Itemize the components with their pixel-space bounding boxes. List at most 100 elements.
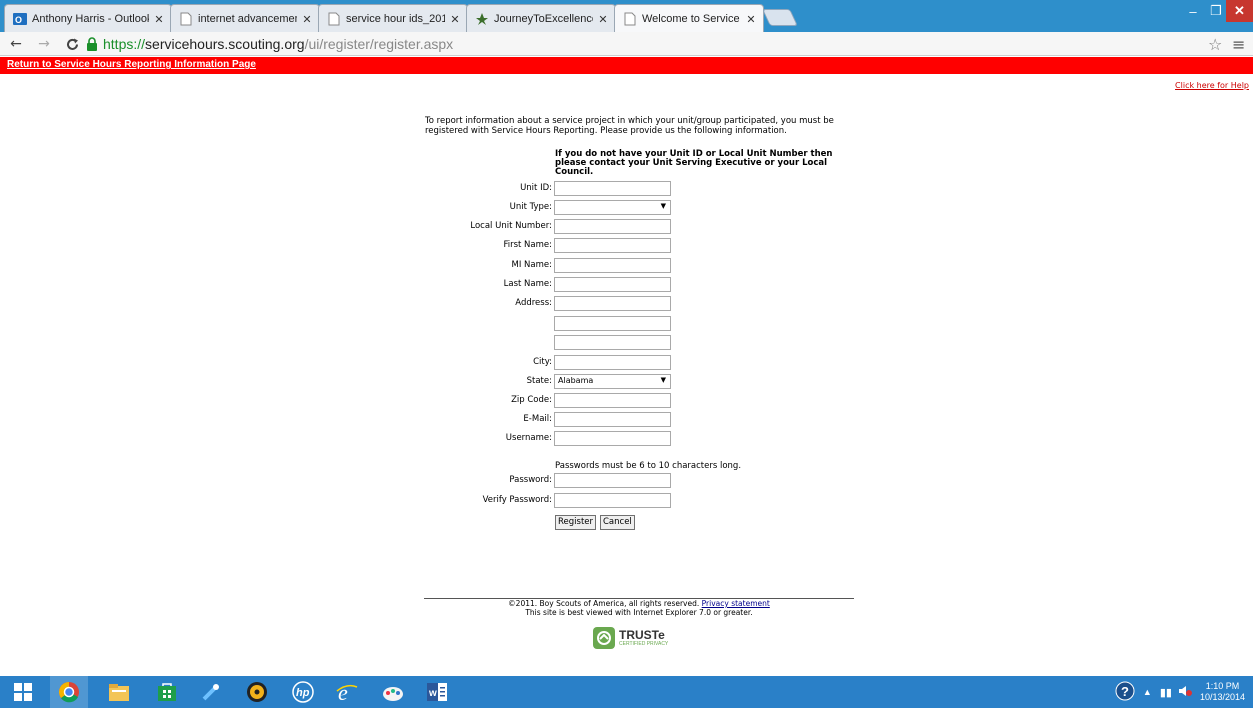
close-tab-icon[interactable]: ✕ [153, 13, 165, 26]
password-input[interactable] [554, 473, 671, 488]
word-taskbar-button[interactable]: w [418, 676, 456, 708]
reload-icon [66, 38, 78, 50]
back-button[interactable]: ← [6, 34, 26, 54]
page-icon [327, 12, 341, 26]
media-player-taskbar-button[interactable] [238, 676, 276, 708]
paint-icon [383, 687, 403, 701]
unit-id-label: Unit ID: [520, 183, 552, 193]
hp-taskbar-button[interactable]: hp [284, 676, 322, 708]
verify-password-input[interactable] [554, 493, 671, 508]
unit-id-row: Unit ID: [420, 181, 680, 196]
unit-id-input[interactable] [554, 181, 671, 196]
word-icon: w [427, 683, 447, 701]
browser-menu-icon[interactable]: ≡ [1232, 35, 1245, 54]
tab-title: service hour ids_20141013 [346, 13, 445, 25]
address-line3-input[interactable] [554, 335, 671, 350]
tab-title: Anthony Harris - Outlook [32, 13, 149, 25]
address-bar[interactable]: https://servicehours.scouting.org/ui/reg… [86, 35, 453, 53]
cancel-button[interactable]: Cancel [600, 515, 635, 530]
close-window-button[interactable]: ✕ [1226, 0, 1253, 22]
tab-service-hour-ids[interactable]: service hour ids_20141013 ✕ [318, 4, 468, 33]
help-link[interactable]: Click here for Help [1175, 81, 1249, 90]
address-line2-input[interactable] [554, 316, 671, 331]
tab-outlook[interactable]: O Anthony Harris - Outlook ✕ [4, 4, 172, 33]
mi-name-input[interactable] [554, 258, 671, 273]
internet-explorer-taskbar-button[interactable]: e [328, 676, 366, 708]
return-link[interactable]: Return to Service Hours Reporting Inform… [7, 59, 256, 70]
tool-taskbar-button[interactable] [192, 676, 230, 708]
username-input[interactable] [554, 431, 671, 446]
url-host: servicehours.scouting.org [145, 36, 305, 52]
last-name-label: Last Name: [503, 279, 552, 289]
truste-subtitle: CERTIFIED PRIVACY [619, 641, 669, 647]
tab-title: JourneyToExcellence [494, 13, 593, 25]
outlook-icon: O [13, 12, 27, 26]
new-tab-button[interactable] [762, 9, 798, 26]
close-tab-icon[interactable]: ✕ [745, 13, 757, 26]
zip-label: Zip Code: [511, 395, 552, 405]
chrome-taskbar-button[interactable] [50, 676, 88, 708]
start-button[interactable] [4, 676, 42, 708]
forward-button[interactable]: → [34, 34, 54, 54]
city-input[interactable] [554, 355, 671, 370]
mi-name-row: MI Name: [420, 258, 680, 273]
state-select[interactable]: Alabama ▼ [554, 374, 671, 389]
reload-button[interactable] [62, 34, 82, 54]
zip-input[interactable] [554, 393, 671, 408]
file-explorer-icon [109, 684, 129, 701]
windows-taskbar: hp e w ? ▲ ▮▮ 1:10 PM 10/13/2014 [0, 676, 1253, 708]
register-button[interactable]: Register [555, 515, 596, 530]
address-label: Address: [515, 298, 552, 308]
media-player-icon [247, 682, 267, 702]
lock-icon [86, 37, 98, 51]
tab-title: Welcome to Service Hours [642, 13, 741, 25]
unit-type-select[interactable]: ▼ [554, 200, 671, 215]
privacy-statement-link[interactable]: Privacy statement [702, 599, 770, 608]
verify-password-row: Verify Password: [420, 493, 680, 508]
svg-text:e: e [338, 681, 348, 703]
first-name-input[interactable] [554, 238, 671, 253]
paint-taskbar-button[interactable] [374, 676, 412, 708]
first-name-row: First Name: [420, 238, 680, 253]
local-unit-number-input[interactable] [554, 219, 671, 234]
tab-internet-advancement-ids[interactable]: internet advancement ids ✕ [170, 4, 320, 33]
bookmark-star-icon[interactable]: ☆ [1208, 35, 1222, 54]
clock-date: 10/13/2014 [1199, 692, 1245, 702]
username-label: Username: [505, 433, 552, 443]
network-icon[interactable]: ▮▮ [1160, 686, 1172, 699]
close-tab-icon[interactable]: ✕ [449, 13, 461, 26]
unit-id-warning: If you do not have your Unit ID or Local… [555, 149, 833, 177]
last-name-input[interactable] [554, 277, 671, 292]
local-unit-number-row: Local Unit Number: [420, 219, 680, 234]
mi-name-label: MI Name: [511, 260, 552, 270]
verify-password-label: Verify Password: [482, 495, 552, 505]
help-icon[interactable]: ? [1115, 681, 1135, 704]
store-icon [158, 683, 176, 701]
page-icon [179, 12, 193, 26]
maximize-button[interactable]: ❐ [1206, 0, 1226, 22]
minimize-button[interactable]: – [1180, 0, 1206, 22]
email-label: E-Mail: [523, 414, 552, 424]
address-line1-input[interactable] [554, 296, 671, 311]
close-tab-icon[interactable]: ✕ [301, 13, 313, 26]
email-input[interactable] [554, 412, 671, 427]
state-value: Alabama [558, 376, 594, 385]
hp-icon: hp [292, 681, 314, 703]
city-label: City: [533, 357, 552, 367]
show-hidden-icons-icon[interactable]: ▲ [1143, 687, 1152, 697]
file-explorer-taskbar-button[interactable] [100, 676, 138, 708]
tab-welcome-service-hours[interactable]: Welcome to Service Hours ✕ [614, 4, 764, 33]
truste-seal[interactable]: TRUSTe CERTIFIED PRIVACY [593, 626, 685, 650]
top-red-bar: Return to Service Hours Reporting Inform… [0, 57, 1253, 74]
volume-muted-icon[interactable] [1178, 685, 1192, 700]
store-taskbar-button[interactable] [148, 676, 186, 708]
first-name-label: First Name: [503, 240, 552, 250]
address-row: Address: [420, 296, 680, 311]
username-row: Username: [420, 431, 680, 446]
close-tab-icon[interactable]: ✕ [597, 13, 609, 26]
tab-journey-to-excellence[interactable]: JourneyToExcellence ✕ [466, 4, 616, 33]
local-unit-number-label: Local Unit Number: [470, 221, 552, 231]
unit-type-label: Unit Type: [509, 202, 552, 212]
dropdown-arrow-icon: ▼ [660, 202, 666, 210]
taskbar-clock[interactable]: 1:10 PM 10/13/2014 [1200, 681, 1245, 703]
